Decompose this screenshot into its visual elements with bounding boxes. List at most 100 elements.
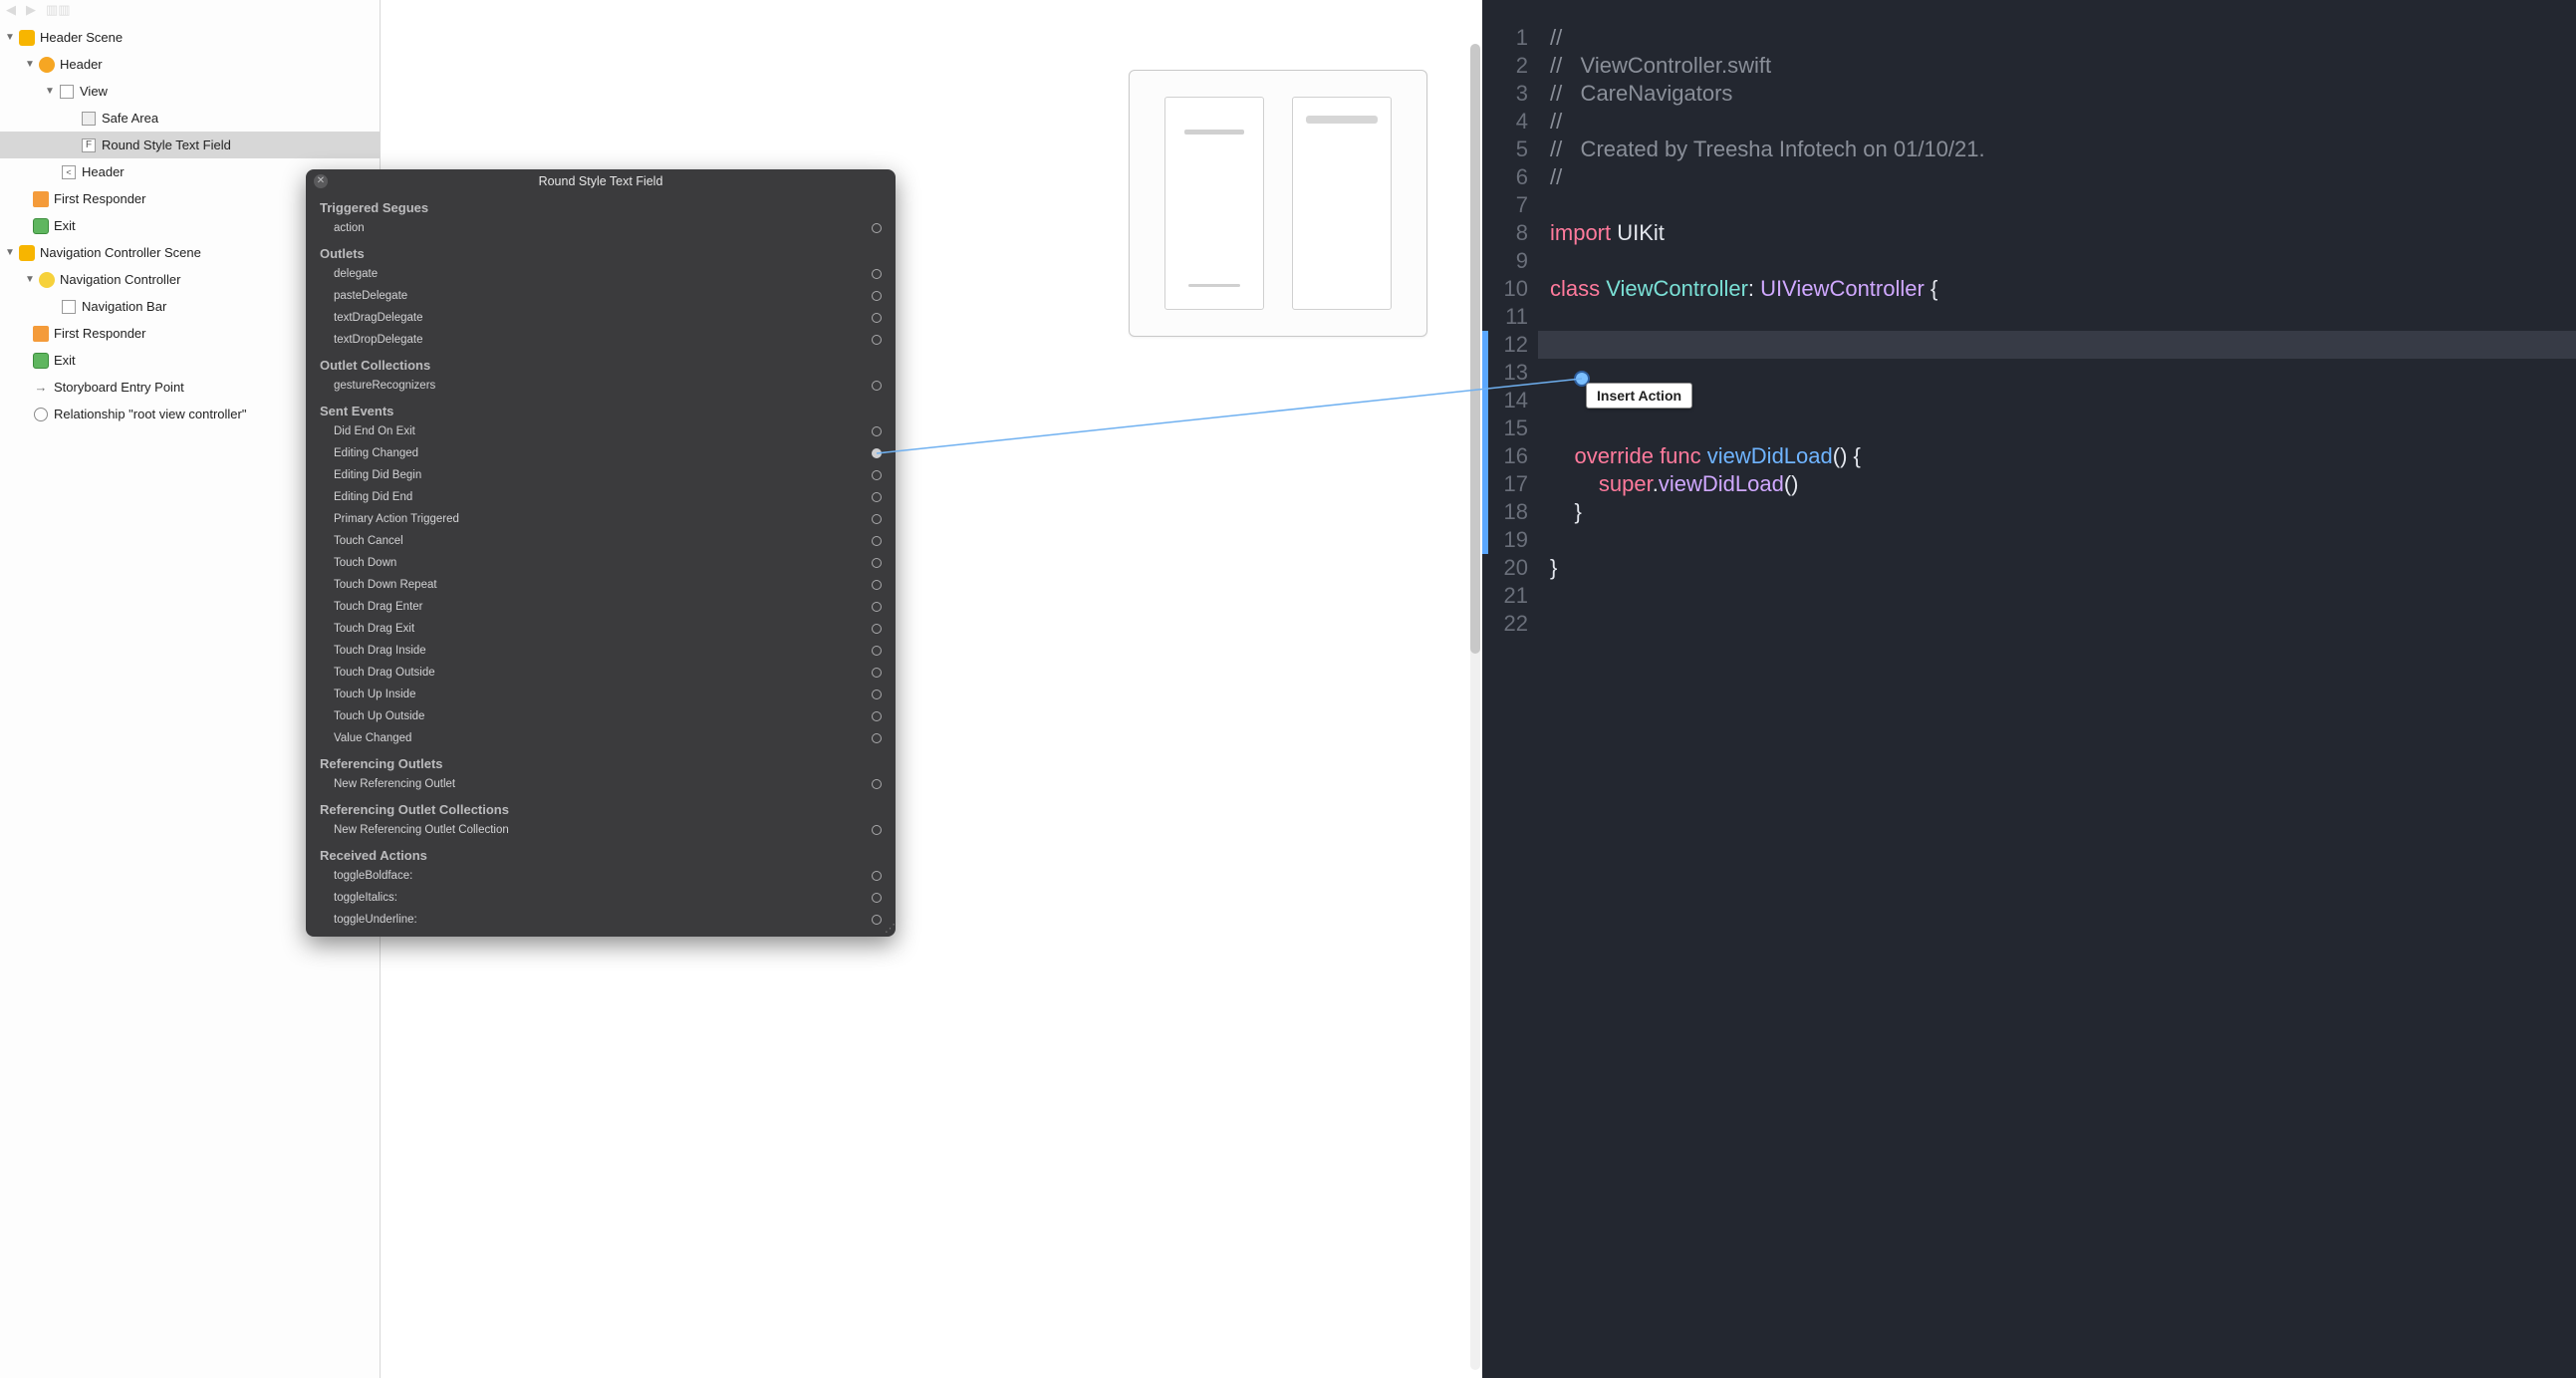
code-line[interactable]: // CareNavigators: [1550, 80, 2576, 108]
hud-connection-row[interactable]: Touch Cancel: [306, 530, 896, 552]
line-number[interactable]: 1: [1482, 24, 1538, 52]
disclosure-icon[interactable]: ▼: [4, 32, 16, 43]
code-line[interactable]: // Created by Treesha Infotech on 01/10/…: [1550, 136, 2576, 163]
connection-port-icon[interactable]: [872, 335, 882, 345]
connection-port-icon[interactable]: [872, 733, 882, 743]
connection-port-icon[interactable]: [872, 448, 882, 458]
connection-port-icon[interactable]: [872, 915, 882, 925]
hud-connection-row[interactable]: textDragDelegate: [306, 307, 896, 329]
tree-scene-header[interactable]: ▼ Header Scene: [0, 24, 380, 51]
connection-port-icon[interactable]: [872, 492, 882, 502]
connection-port-icon[interactable]: [872, 779, 882, 789]
line-number[interactable]: 2: [1482, 52, 1538, 80]
hud-connection-row[interactable]: textDropDelegate: [306, 329, 896, 351]
line-number[interactable]: 6: [1482, 163, 1538, 191]
line-number[interactable]: 11: [1482, 303, 1538, 331]
code-line[interactable]: // ViewController.swift: [1550, 52, 2576, 80]
close-icon[interactable]: ✕: [314, 174, 328, 188]
tree-view[interactable]: ▼ View: [0, 78, 380, 105]
line-number[interactable]: 17: [1482, 470, 1538, 498]
editor-options-icon[interactable]: ▤: [2557, 0, 2570, 1]
connection-port-icon[interactable]: [872, 689, 882, 699]
hud-connection-row[interactable]: Did End On Exit: [306, 420, 896, 442]
hud-connection-row[interactable]: toggleBoldface:: [306, 865, 896, 887]
code-line[interactable]: super.viewDidLoad(): [1550, 470, 2576, 498]
tree-safe-area[interactable]: Safe Area: [0, 105, 380, 132]
code-editor[interactable]: 12345678910111213141516171819202122 ////…: [1482, 20, 2576, 1378]
connection-port-icon[interactable]: [872, 668, 882, 678]
line-number[interactable]: 12: [1482, 331, 1538, 359]
line-number[interactable]: 7: [1482, 191, 1538, 219]
line-number[interactable]: 10: [1482, 275, 1538, 303]
connection-port-icon[interactable]: [872, 381, 882, 391]
hud-connection-row[interactable]: Touch Up Outside: [306, 705, 896, 727]
connection-port-icon[interactable]: [872, 536, 882, 546]
hud-connection-row[interactable]: delegate: [306, 263, 896, 285]
code-line[interactable]: [1550, 414, 2576, 442]
hud-connection-row[interactable]: Touch Drag Exit: [306, 618, 896, 640]
code-line[interactable]: }: [1550, 554, 2576, 582]
line-number[interactable]: 4: [1482, 108, 1538, 136]
code-line[interactable]: [1550, 610, 2576, 638]
disclosure-icon[interactable]: ▼: [4, 247, 16, 258]
hud-connection-row[interactable]: toggleItalics:: [306, 887, 896, 909]
line-gutter[interactable]: 12345678910111213141516171819202122: [1482, 20, 1538, 1378]
hud-connection-row[interactable]: action: [306, 217, 896, 239]
adjust-editor-icon[interactable]: ⇄: [1418, 0, 1430, 1]
code-line[interactable]: [1550, 247, 2576, 275]
code-line[interactable]: class ViewController: UIViewController {: [1550, 275, 2576, 303]
canvas-scrollbar[interactable]: [1470, 44, 1480, 1370]
tree-vc-header[interactable]: ▼ Header: [0, 51, 380, 78]
connection-port-icon[interactable]: [872, 602, 882, 612]
disclosure-icon[interactable]: ▼: [44, 86, 56, 97]
code-line[interactable]: [1550, 582, 2576, 610]
line-number[interactable]: 5: [1482, 136, 1538, 163]
line-number[interactable]: 21: [1482, 582, 1538, 610]
hud-connection-row[interactable]: gestureRecognizers: [306, 375, 896, 397]
resize-grip-icon[interactable]: ⋰: [885, 922, 892, 935]
hud-connection-row[interactable]: Touch Drag Outside: [306, 662, 896, 684]
code-line[interactable]: }: [1550, 498, 2576, 526]
code-line[interactable]: //: [1550, 108, 2576, 136]
connection-port-icon[interactable]: [872, 470, 882, 480]
disclosure-icon[interactable]: ▼: [24, 59, 36, 70]
scrollbar-thumb[interactable]: [1470, 44, 1480, 654]
code-area[interactable]: // // ViewController.swift// CareNavigato…: [1538, 20, 2576, 1378]
line-number[interactable]: 18: [1482, 498, 1538, 526]
connection-port-icon[interactable]: [872, 624, 882, 634]
hud-connection-row[interactable]: toggleUnderline:: [306, 909, 896, 931]
line-number[interactable]: 8: [1482, 219, 1538, 247]
code-line[interactable]: override func viewDidLoad() {: [1550, 442, 2576, 470]
connection-port-icon[interactable]: [872, 558, 882, 568]
connection-port-icon[interactable]: [872, 426, 882, 436]
tree-textfield[interactable]: F Round Style Text Field: [0, 132, 380, 158]
connection-port-icon[interactable]: [872, 291, 882, 301]
hud-connection-row[interactable]: Editing Did End: [306, 486, 896, 508]
hud-connection-row[interactable]: Touch Drag Inside: [306, 640, 896, 662]
connection-port-icon[interactable]: [872, 313, 882, 323]
hud-connection-row[interactable]: Touch Down: [306, 552, 896, 574]
line-number[interactable]: 16: [1482, 442, 1538, 470]
disclosure-icon[interactable]: ▼: [24, 274, 36, 285]
connection-port-icon[interactable]: [872, 825, 882, 835]
code-line[interactable]: [1550, 526, 2576, 554]
connection-port-icon[interactable]: [872, 871, 882, 881]
hud-connection-row[interactable]: Touch Up Inside: [306, 684, 896, 705]
connection-port-icon[interactable]: [872, 223, 882, 233]
back-icon[interactable]: ◀: [6, 2, 16, 18]
line-number[interactable]: 20: [1482, 554, 1538, 582]
line-number[interactable]: 22: [1482, 610, 1538, 638]
related-items-icon[interactable]: ▥▥: [46, 2, 71, 18]
canvas-minimap[interactable]: [1129, 70, 1427, 337]
code-line[interactable]: [1550, 359, 2576, 387]
connection-port-icon[interactable]: [872, 580, 882, 590]
hud-connection-row[interactable]: pasteDelegate: [306, 285, 896, 307]
line-number[interactable]: 9: [1482, 247, 1538, 275]
line-number[interactable]: 13: [1482, 359, 1538, 387]
line-number[interactable]: 14: [1482, 387, 1538, 414]
ib-canvas[interactable]: ✕ Round Style Text Field Triggered Segue…: [381, 20, 1482, 1378]
connection-port-icon[interactable]: [872, 893, 882, 903]
hud-connection-row[interactable]: Editing Did Begin: [306, 464, 896, 486]
hud-connection-row[interactable]: Value Changed: [306, 727, 896, 749]
connections-popover[interactable]: ✕ Round Style Text Field Triggered Segue…: [306, 169, 896, 937]
